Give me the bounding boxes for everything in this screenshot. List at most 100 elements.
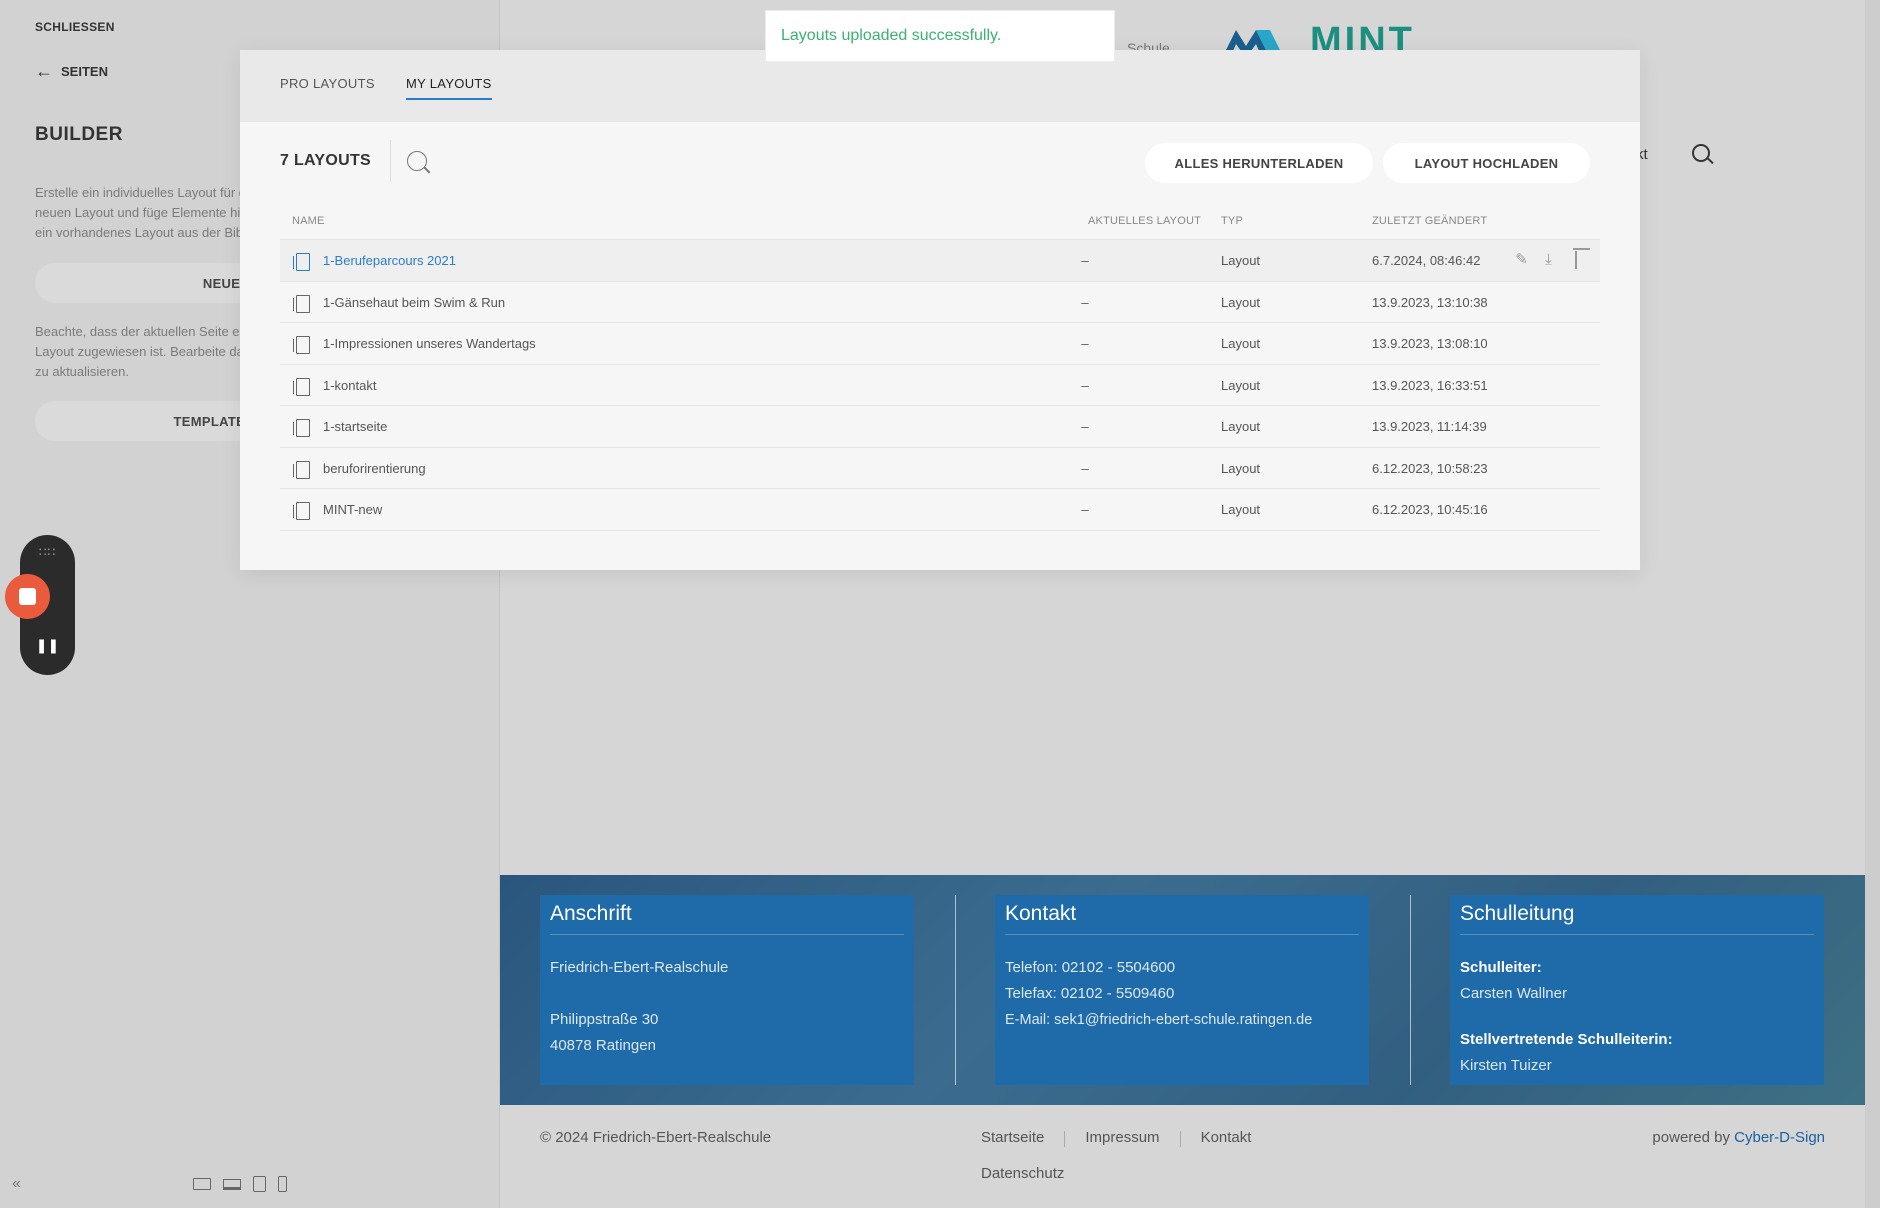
footer-kontakt-title: Kontakt — [1005, 895, 1359, 935]
divider — [390, 140, 391, 182]
layout-type: Layout — [1221, 419, 1261, 434]
layout-modified: 13.9.2023, 16:33:51 — [1372, 377, 1488, 393]
tab-pro-layouts[interactable]: PRO LAYOUTS — [280, 76, 375, 98]
preview-scrollbar[interactable] — [1865, 0, 1880, 1208]
success-toast: Layouts uploaded successfully. — [765, 10, 1115, 62]
footer-anschrift: Anschrift Friedrich-Ebert-Realschule Phi… — [540, 895, 914, 1085]
table-row[interactable]: beruforirentierung – Layout 6.12.2023, 10:5… — [280, 448, 1600, 489]
download-icon[interactable]: ⤓ — [1540, 251, 1557, 268]
footer-school-name: Friedrich-Ebert-Realschule — [550, 959, 729, 976]
col-current-layout: AKTUELLES LAYOUT — [1088, 215, 1202, 227]
pencil-icon[interactable]: ✎ — [1513, 251, 1530, 268]
table-row[interactable]: 1-Gänsehaut beim Swim & Run – Layout 13.9.2… — [280, 282, 1600, 323]
table-row[interactable]: 1-Impressionen unseres Wandertags – Layout… — [280, 323, 1600, 365]
col-type[interactable]: TYP — [1221, 215, 1243, 227]
footer-link-datenschutz[interactable]: Datenschutz — [981, 1165, 1064, 1182]
back-label: SEITEN — [61, 63, 108, 79]
footer-kontakt: Kontakt Telefon: 02102 - 5504600 Telefax… — [995, 895, 1369, 1085]
footer-link-startseite[interactable]: Startseite — [981, 1129, 1044, 1147]
layout-name[interactable]: 1-kontakt — [323, 378, 376, 393]
row-actions: ✎ ⤓ — [1513, 251, 1584, 269]
link-divider — [1179, 1131, 1181, 1147]
col-modified[interactable]: ZULETZT GEÄNDERT — [1372, 215, 1487, 227]
layout-count: 7 LAYOUTS — [280, 152, 372, 169]
layout-modified: 13.9.2023, 11:14:39 — [1372, 419, 1487, 434]
search-icon[interactable] — [1692, 144, 1710, 162]
layout-file-icon — [293, 294, 310, 313]
layout-name[interactable]: 1-Gänsehaut beim Swim & Run — [323, 295, 505, 310]
layout-file-icon — [293, 419, 310, 437]
layout-current: – — [1081, 419, 1089, 434]
footer-schulleitung: Schulleitung Schulleiter: Carsten Wallne… — [1450, 895, 1824, 1085]
desktop-icon[interactable] — [193, 1178, 211, 1190]
collapse-sidebar-icon[interactable]: « — [12, 1175, 21, 1193]
layout-name[interactable]: MINT-new — [323, 502, 382, 517]
layout-type: Layout — [1221, 294, 1261, 310]
trash-icon[interactable] — [1567, 251, 1584, 269]
back-to-pages-link[interactable]: ← SEITEN — [35, 62, 108, 80]
layout-type: Layout — [1221, 502, 1261, 517]
footer-deputy-label: Stellvertretende Schulleiterin: — [1460, 1031, 1673, 1048]
upload-layout-button[interactable]: LAYOUT HOCHLADEN — [1383, 143, 1590, 183]
layout-name[interactable]: 1-Impressionen unseres Wandertags — [323, 336, 536, 351]
layout-current: – — [1081, 502, 1089, 517]
footer-schulleitung-title: Schulleitung — [1460, 895, 1814, 935]
layout-type: Layout — [1221, 460, 1261, 476]
close-link[interactable]: SCHLIESSEN — [35, 20, 115, 34]
layout-current: – — [1081, 253, 1089, 268]
builder-title: BUILDER — [35, 124, 123, 145]
footer-deputy-name: Kirsten Tuizer — [1460, 1057, 1552, 1074]
footer-street: Philippstraße 30 — [550, 1011, 659, 1028]
layout-name[interactable]: 1-Berufeparcours 2021 — [323, 253, 456, 268]
layout-current: – — [1081, 294, 1089, 310]
table-header: NAME AKTUELLES LAYOUT TYP ZULETZT GEÄNDE… — [280, 210, 1600, 240]
tab-my-layouts[interactable]: MY LAYOUTS — [406, 76, 492, 100]
layout-modified: 6.12.2023, 10:45:16 — [1372, 502, 1488, 517]
table-row[interactable]: 1-kontakt – Layout 13.9.2023, 16:33:51 — [280, 365, 1600, 406]
footer-anschrift-title: Anschrift — [550, 895, 904, 935]
powered-prefix: powered by — [1652, 1129, 1735, 1146]
layout-modified: 13.9.2023, 13:10:38 — [1372, 294, 1488, 310]
layout-modified: 6.12.2023, 10:58:23 — [1372, 460, 1488, 476]
link-divider — [1064, 1131, 1066, 1147]
footer-link-kontakt[interactable]: Kontakt — [1201, 1129, 1252, 1147]
powered-by: powered by Cyber-D-Sign — [1652, 1129, 1825, 1146]
laptop-icon[interactable] — [223, 1178, 241, 1190]
powered-link[interactable]: Cyber-D-Sign — [1734, 1129, 1825, 1146]
layout-file-icon — [293, 460, 310, 479]
download-all-button[interactable]: ALLES HERUNTERLADEN — [1145, 143, 1373, 183]
tablet-icon[interactable] — [253, 1176, 266, 1192]
table-row[interactable]: 1-Berufeparcours 2021 – Layout 6.7.2024, 08… — [280, 240, 1600, 282]
layout-file-icon — [293, 336, 310, 354]
pause-icon[interactable]: ❚❚ — [20, 637, 75, 654]
layout-name[interactable]: 1-startseite — [323, 419, 387, 434]
table-row[interactable]: 1-startseite – Layout 13.9.2023, 11:14:39 — [280, 406, 1600, 448]
stop-recording-button[interactable] — [5, 574, 50, 619]
layout-type: Layout — [1221, 377, 1261, 393]
footer-principal-name: Carsten Wallner — [1460, 985, 1567, 1002]
drag-handle-icon[interactable]: ∷∷ — [20, 545, 75, 559]
layout-library-modal: PRO LAYOUTS MY LAYOUTS 7 LAYOUTS ALLES H… — [240, 50, 1640, 570]
layout-name[interactable]: beruforirentierung — [323, 461, 426, 476]
search-icon[interactable] — [407, 151, 427, 171]
footer-divider — [1410, 895, 1411, 1085]
arrow-left-icon: ← — [35, 61, 53, 81]
footer-divider — [955, 895, 956, 1085]
phone-icon[interactable] — [278, 1176, 287, 1192]
copyright-text: © 2024 Friedrich-Ebert-Realschule — [540, 1129, 772, 1146]
table-body: 1-Berufeparcours 2021 – Layout 6.7.2024, 08… — [280, 240, 1600, 531]
footer-link-impressum[interactable]: Impressum — [1085, 1129, 1159, 1147]
layout-type: Layout — [1221, 336, 1261, 351]
layout-type: Layout — [1221, 253, 1261, 268]
footer-city: 40878 Ratingen — [550, 1037, 656, 1054]
layout-current: – — [1081, 377, 1089, 393]
layout-file-icon — [293, 377, 310, 396]
device-preview-bar — [193, 1176, 287, 1192]
footer-principal-label: Schulleiter: — [1460, 959, 1542, 976]
layout-file-icon — [293, 253, 310, 271]
layout-modified: 13.9.2023, 13:08:10 — [1372, 336, 1488, 351]
table-row[interactable]: MINT-new – Layout 6.12.2023, 10:45:16 — [280, 489, 1600, 531]
layout-modified: 6.7.2024, 08:46:42 — [1372, 253, 1481, 268]
footer-email[interactable]: E-Mail: sek1@friedrich-ebert-schule.rati… — [1005, 1007, 1359, 1033]
col-name[interactable]: NAME — [292, 215, 325, 227]
